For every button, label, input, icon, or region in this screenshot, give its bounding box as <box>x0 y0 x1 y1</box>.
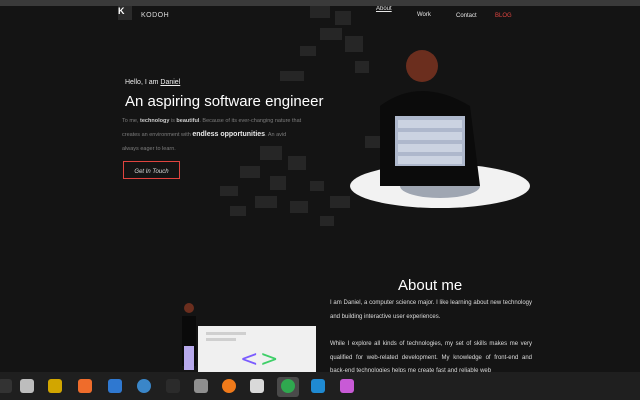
code-line <box>206 332 246 335</box>
code-brackets-icon: < <box>240 347 258 372</box>
get-in-touch-button[interactable]: Get In Touch <box>123 161 180 179</box>
nav-work[interactable]: Work <box>417 12 431 18</box>
hero-para-line-3: always eager to learn. <box>122 146 176 152</box>
video-icon[interactable] <box>340 379 354 393</box>
app-store-icon[interactable] <box>78 379 92 393</box>
code-line <box>206 338 236 341</box>
presentation-icon[interactable] <box>250 379 264 393</box>
image-viewer-icon[interactable] <box>194 379 208 393</box>
logo-letter: K <box>118 6 125 16</box>
para-text: creates an environment with <box>122 132 193 138</box>
taskbar-dock <box>0 372 640 400</box>
about-title: About me <box>398 277 463 294</box>
disk-icon[interactable] <box>48 379 62 393</box>
terminal-icon[interactable] <box>0 379 12 393</box>
hero-para-line-2: creates an environment with endless oppo… <box>122 128 362 142</box>
person-head <box>184 303 194 313</box>
document-icon[interactable] <box>108 379 122 393</box>
greeting-prefix: Hello, I am <box>125 79 161 86</box>
para-text: . Because of its ever-changing nature th… <box>199 118 302 124</box>
greeting-name: Daniel <box>160 79 181 86</box>
para-text: To me, <box>122 118 141 124</box>
hero-para-line-1: To me, technology is beautiful. Because … <box>122 114 362 128</box>
para-text: . An avid <box>265 132 287 138</box>
about-paragraph-2: While I explore all kinds of technologie… <box>330 341 532 372</box>
nav-about[interactable]: About <box>376 6 392 12</box>
hero-illustration <box>350 50 530 208</box>
brand-name[interactable]: KODOH <box>141 12 169 19</box>
code-brackets-icon: > <box>260 347 278 372</box>
person-head <box>406 50 438 82</box>
hero-headline: An aspiring software engineer <box>125 93 324 110</box>
para-emphasis: endless opportunities <box>192 131 266 138</box>
firefox-icon[interactable] <box>222 379 236 393</box>
coding-illustration: < > <box>182 303 316 372</box>
hero-greeting: Hello, I am Daniel <box>125 79 180 86</box>
chrome-icon[interactable] <box>281 379 295 393</box>
nav-blog[interactable]: BLOG <box>495 13 512 19</box>
help-icon[interactable] <box>137 379 151 393</box>
about-paragraph-1: I am Daniel, a computer science major. I… <box>330 300 532 320</box>
files-icon[interactable] <box>20 379 34 393</box>
person-legs <box>184 346 194 370</box>
hero-paragraph: To me, technology is beautiful. Because … <box>122 114 362 156</box>
screen-row <box>398 144 462 152</box>
screen-row <box>398 156 462 164</box>
console-icon[interactable] <box>166 379 180 393</box>
about-text: I am Daniel, a computer science major. I… <box>330 297 532 372</box>
nav-contact[interactable]: Contact <box>456 13 477 19</box>
screen-row <box>398 120 462 128</box>
vscode-icon[interactable] <box>311 379 325 393</box>
portfolio-page: K KODOH About Work Contact BLOG Hello, I… <box>0 6 640 372</box>
screen-row <box>398 132 462 140</box>
para-emphasis: technology <box>140 118 170 124</box>
para-emphasis: beautiful <box>176 118 200 124</box>
